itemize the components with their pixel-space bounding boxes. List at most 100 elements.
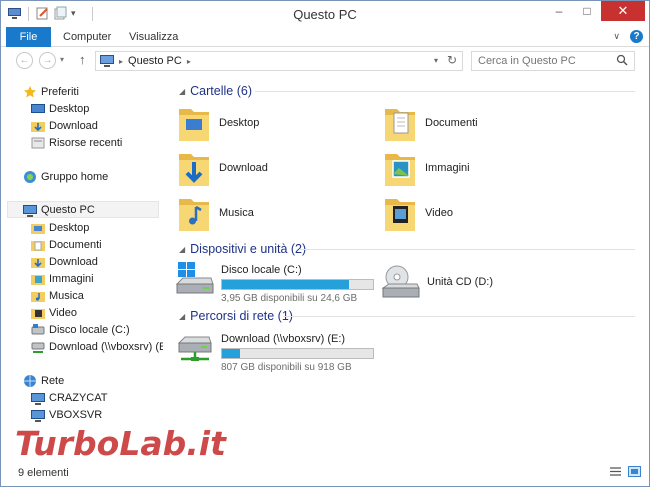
group-divider	[299, 249, 635, 250]
desktop-icon	[31, 103, 45, 113]
maximize-button[interactable]: □	[573, 1, 601, 21]
breadcrumb-chevron-icon[interactable]: ▸	[187, 57, 191, 66]
sidebar-this-pc[interactable]: Questo PC	[7, 201, 159, 218]
recent-places-icon	[31, 137, 45, 148]
drive-name: Download (\\vboxsrv) (E:)	[221, 333, 346, 345]
windows-drive-icon	[175, 262, 214, 294]
tab-file[interactable]: File	[6, 27, 51, 47]
sidebar-item-pictures[interactable]: Immagini	[31, 270, 94, 287]
network-drive-icon	[31, 342, 45, 353]
folder-music[interactable]: Musica	[177, 193, 254, 233]
hard-drive-icon	[31, 323, 45, 334]
details-view-icon[interactable]	[609, 466, 622, 477]
folder-documents[interactable]: Documenti	[383, 103, 478, 143]
breadcrumb-chevron-icon[interactable]: ▸	[119, 57, 123, 66]
disk-usage-fill	[222, 280, 349, 289]
navigation-bar: ← → ▾ ↑ ▸ Questo PC ▸ ▾ ↻	[1, 47, 649, 75]
sidebar-homegroup[interactable]: Gruppo home	[23, 168, 108, 185]
close-button[interactable]: ✕	[601, 1, 645, 21]
forward-button[interactable]: →	[39, 52, 56, 69]
window-controls: – □ ✕	[545, 1, 645, 21]
recent-locations-chevron-icon[interactable]: ▾	[60, 55, 64, 64]
drive-name: Unità CD (D:)	[427, 276, 494, 288]
sidebar-network[interactable]: Rete	[23, 372, 64, 389]
explorer-window: ▾ Questo PC – □ ✕ File Computer Visualiz…	[0, 0, 650, 487]
folder-video[interactable]: Video	[383, 193, 453, 233]
video-folder-icon	[385, 199, 415, 231]
sidebar-item-download[interactable]: Download	[31, 253, 98, 270]
sidebar-item-documents[interactable]: Documenti	[31, 236, 102, 253]
sidebar-item-desktop[interactable]: Desktop	[31, 100, 89, 117]
sidebar-favorites[interactable]: Preferiti	[23, 83, 79, 100]
refresh-icon[interactable]: ↻	[447, 53, 457, 67]
expand-ribbon-icon[interactable]: ∨	[613, 31, 620, 42]
download-folder-icon	[31, 121, 45, 132]
disk-usage-bar	[221, 279, 374, 290]
homegroup-icon	[24, 170, 36, 183]
collapse-chevron-icon[interactable]: ◢	[179, 87, 185, 96]
collapse-chevron-icon[interactable]: ◢	[179, 245, 185, 254]
network-drive-icon	[177, 336, 212, 361]
disk-usage-bar	[221, 348, 374, 359]
desktop-folder-icon	[179, 109, 209, 141]
music-folder-icon	[31, 291, 45, 302]
video-folder-icon	[31, 308, 45, 319]
sidebar-item-crazycat[interactable]: CRAZYCAT	[31, 389, 107, 406]
computer-icon	[23, 204, 37, 217]
turbolab-watermark-logo: TurboLab.it	[14, 423, 228, 464]
item-count: 9 elementi	[18, 467, 69, 479]
group-divider	[255, 91, 635, 92]
download-folder-icon	[31, 257, 45, 268]
address-dropdown-icon[interactable]: ▾	[434, 56, 438, 65]
computer-icon	[100, 55, 114, 67]
group-header-folders[interactable]: ◢ Cartelle (6)	[179, 82, 252, 100]
drive-network-e[interactable]: Download (\\vboxsrv) (E:) 807 GB disponi…	[175, 329, 374, 373]
sidebar-item-recent[interactable]: Risorse recenti	[31, 134, 122, 151]
navigation-pane: Preferiti Desktop Download Risorse recen…	[1, 75, 173, 461]
drive-local-disk-c[interactable]: Disco locale (C:) 3,95 GB disponibili su…	[175, 260, 374, 304]
sidebar-item-download[interactable]: Download	[31, 117, 98, 134]
download-folder-icon	[179, 154, 209, 186]
cd-drive-icon	[381, 265, 420, 298]
drive-space-info: 807 GB disponibili su 918 GB	[221, 362, 352, 373]
sidebar-item-network-drive[interactable]: Download (\\vboxsrv) (E:)	[31, 338, 173, 355]
large-icons-view-icon[interactable]	[628, 466, 641, 477]
back-button[interactable]: ←	[16, 52, 33, 69]
network-icon	[24, 374, 36, 387]
sidebar-item-desktop[interactable]: Desktop	[31, 219, 89, 236]
sidebar-item-local-disk[interactable]: Disco locale (C:)	[31, 321, 130, 338]
group-divider	[283, 316, 635, 317]
folder-desktop[interactable]: Desktop	[177, 103, 259, 143]
desktop-icon	[31, 223, 45, 234]
status-bar: 9 elementi	[1, 461, 649, 486]
folder-pictures[interactable]: Immagini	[383, 148, 470, 188]
collapse-chevron-icon[interactable]: ◢	[179, 312, 185, 321]
help-icon[interactable]: ?	[630, 30, 643, 43]
minimize-button[interactable]: –	[545, 1, 573, 21]
pictures-folder-icon	[385, 154, 415, 186]
sidebar-item-music[interactable]: Musica	[31, 287, 84, 304]
disk-usage-fill	[222, 349, 241, 358]
breadcrumb-this-pc[interactable]: Questo PC	[128, 55, 182, 67]
drive-name: Disco locale (C:)	[221, 264, 302, 276]
sidebar-item-video[interactable]: Video	[31, 304, 77, 321]
documents-folder-icon	[31, 240, 45, 251]
music-folder-icon	[179, 199, 209, 231]
ribbon-tabs: File Computer Visualizza ∨ ?	[1, 27, 649, 47]
title-bar: ▾ Questo PC – □ ✕	[1, 1, 649, 27]
drive-cd-d[interactable]: Unità CD (D:)	[381, 264, 493, 302]
tab-view[interactable]: Visualizza	[129, 27, 178, 47]
search-input[interactable]	[471, 51, 635, 71]
tab-computer[interactable]: Computer	[63, 27, 111, 47]
folder-download[interactable]: Download	[177, 148, 268, 188]
group-header-network[interactable]: ◢ Percorsi di rete (1)	[179, 307, 293, 325]
pictures-folder-icon	[31, 274, 45, 285]
group-header-devices[interactable]: ◢ Dispositivi e unità (2)	[179, 240, 306, 258]
computer-icon	[31, 392, 45, 405]
search-icon[interactable]	[616, 54, 628, 66]
address-bar[interactable]: ▸ Questo PC ▸ ▾ ↻	[95, 51, 463, 71]
content-pane: ◢ Cartelle (6) Desktop Documenti Downloa…	[163, 75, 649, 461]
up-arrow-icon[interactable]: ↑	[79, 52, 86, 67]
drive-space-info: 3,95 GB disponibili su 24,6 GB	[221, 293, 358, 304]
computer-icon	[31, 409, 45, 422]
